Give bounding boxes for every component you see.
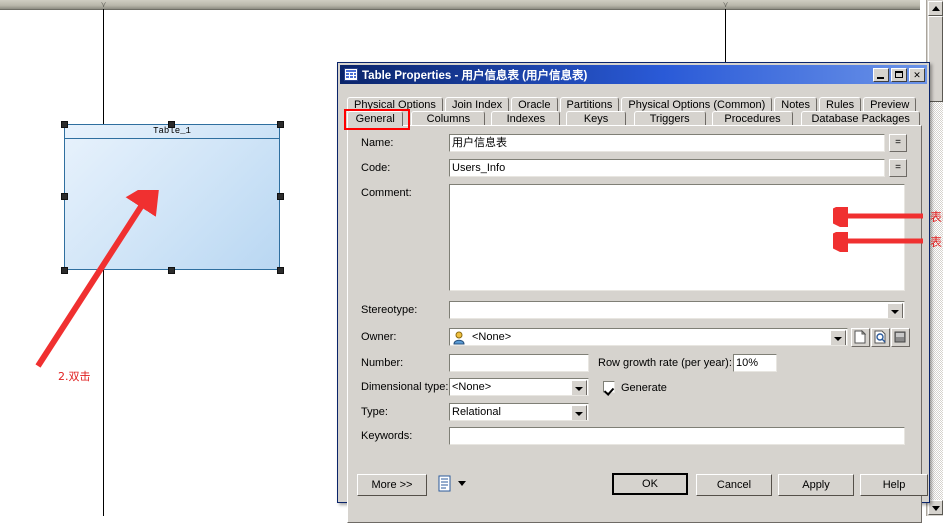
dimensional-type-label: Dimensional type: bbox=[361, 381, 449, 393]
guide-tick-left: ⋎ bbox=[100, 0, 107, 9]
tab-database-packages[interactable]: Database Packages bbox=[801, 111, 920, 126]
maximize-button[interactable] bbox=[891, 67, 907, 82]
guide-tick-right: ⋎ bbox=[722, 0, 729, 9]
selection-handle-nw[interactable] bbox=[61, 121, 68, 128]
tab-panel-general: Name: 用户信息表 = Code: Users_Info = Comment… bbox=[347, 125, 928, 523]
apply-button[interactable]: Apply bbox=[778, 474, 854, 496]
cancel-button[interactable]: Cancel bbox=[696, 474, 772, 496]
tab-notes[interactable]: Notes bbox=[774, 97, 818, 112]
properties-icon[interactable] bbox=[871, 328, 890, 347]
selection-handle-e[interactable] bbox=[277, 193, 284, 200]
tab-triggers[interactable]: Triggers bbox=[633, 111, 706, 126]
row-growth-label: Row growth rate (per year): bbox=[598, 357, 732, 369]
tab-join-index[interactable]: Join Index bbox=[444, 97, 510, 112]
create-icon[interactable] bbox=[851, 328, 870, 347]
guide-line-right[interactable] bbox=[725, 9, 726, 67]
print-icon[interactable] bbox=[436, 474, 454, 494]
tab-preview[interactable]: Preview bbox=[863, 97, 917, 112]
chevron-down-icon[interactable] bbox=[887, 303, 903, 318]
dimensional-type-combobox[interactable]: <None> bbox=[449, 378, 589, 396]
delete-icon[interactable] bbox=[891, 328, 910, 347]
tab-indexes[interactable]: Indexes bbox=[491, 111, 561, 126]
tab-general[interactable]: General bbox=[344, 109, 410, 130]
name-equals-button[interactable]: = bbox=[889, 134, 907, 152]
name-label: Name: bbox=[361, 137, 394, 149]
comment-label: Comment: bbox=[361, 187, 412, 199]
owner-label: Owner: bbox=[361, 331, 397, 343]
tab-strip[interactable]: Physical Options Join Index Oracle Parti… bbox=[344, 97, 922, 130]
stereotype-combobox[interactable] bbox=[449, 301, 905, 319]
row-growth-input[interactable]: 10% bbox=[733, 354, 777, 372]
tab-general-highlight bbox=[344, 109, 410, 130]
dialog-titlebar[interactable]: Table Properties - 用户信息表 (用户信息表) ✕ bbox=[340, 65, 927, 84]
tab-row-bottom: General Columns Indexes Keys Triggers Pr… bbox=[344, 109, 922, 130]
selection-handle-ne[interactable] bbox=[277, 121, 284, 128]
close-button[interactable]: ✕ bbox=[909, 67, 925, 82]
type-label: Type: bbox=[361, 406, 388, 418]
number-input[interactable] bbox=[449, 354, 589, 372]
owner-value: <None> bbox=[472, 331, 512, 343]
generate-label: Generate bbox=[621, 382, 667, 394]
keywords-label: Keywords: bbox=[361, 430, 413, 442]
keywords-input[interactable] bbox=[449, 427, 905, 445]
help-button[interactable]: Help bbox=[860, 474, 928, 496]
type-chevron-down-icon[interactable] bbox=[571, 405, 587, 420]
selection-handle-se[interactable] bbox=[277, 267, 284, 274]
code-input[interactable]: Users_Info bbox=[449, 159, 885, 177]
more-button[interactable]: More >> bbox=[357, 474, 427, 496]
ok-button[interactable]: OK bbox=[612, 473, 688, 495]
selection-handle-n[interactable] bbox=[168, 121, 175, 128]
dialog-title: Table Properties - 用户信息表 (用户信息表) bbox=[362, 69, 588, 82]
ruler-top bbox=[0, 0, 920, 10]
comment-textarea[interactable] bbox=[449, 184, 905, 291]
number-label: Number: bbox=[361, 357, 404, 369]
callout-label-doubleclick: 2.双击 bbox=[58, 370, 91, 383]
tab-rules[interactable]: Rules bbox=[819, 97, 862, 112]
dimensional-type-value: <None> bbox=[452, 381, 492, 393]
minimize-button[interactable] bbox=[873, 67, 889, 82]
tab-physical-options-common[interactable]: Physical Options (Common) bbox=[621, 97, 773, 112]
owner-chevron-down-icon[interactable] bbox=[830, 330, 846, 345]
scroll-down-arrow[interactable] bbox=[928, 500, 943, 515]
table-icon bbox=[344, 68, 358, 81]
scrollbar-thumb[interactable] bbox=[928, 16, 943, 102]
callout-arrow-doubleclick bbox=[35, 190, 161, 368]
tab-keys[interactable]: Keys bbox=[566, 111, 626, 126]
generate-checkbox[interactable] bbox=[603, 381, 615, 393]
callout-label-code: 表名 bbox=[930, 235, 943, 249]
type-value: Relational bbox=[452, 406, 501, 418]
type-combobox[interactable]: Relational bbox=[449, 403, 589, 421]
print-dropdown-chevron-down-icon[interactable] bbox=[458, 481, 466, 486]
code-label: Code: bbox=[361, 162, 391, 174]
user-icon bbox=[453, 331, 465, 345]
tab-procedures[interactable]: Procedures bbox=[711, 111, 794, 126]
dimensional-type-chevron-down-icon[interactable] bbox=[571, 380, 587, 395]
scroll-up-arrow[interactable] bbox=[928, 1, 943, 16]
table-properties-dialog[interactable]: Table Properties - 用户信息表 (用户信息表) ✕ Physi… bbox=[337, 62, 943, 523]
tab-partitions[interactable]: Partitions bbox=[559, 97, 620, 112]
stereotype-label: Stereotype: bbox=[361, 304, 418, 316]
callout-label-name: 表昵名 bbox=[930, 210, 943, 224]
tab-row-top: Physical Options Join Index Oracle Parti… bbox=[347, 97, 922, 112]
tab-columns[interactable]: Columns bbox=[411, 111, 486, 126]
tab-oracle[interactable]: Oracle bbox=[511, 97, 558, 112]
code-equals-button[interactable]: = bbox=[889, 159, 907, 177]
owner-combobox[interactable]: <None> bbox=[449, 328, 848, 346]
name-input[interactable]: 用户信息表 bbox=[449, 134, 885, 152]
